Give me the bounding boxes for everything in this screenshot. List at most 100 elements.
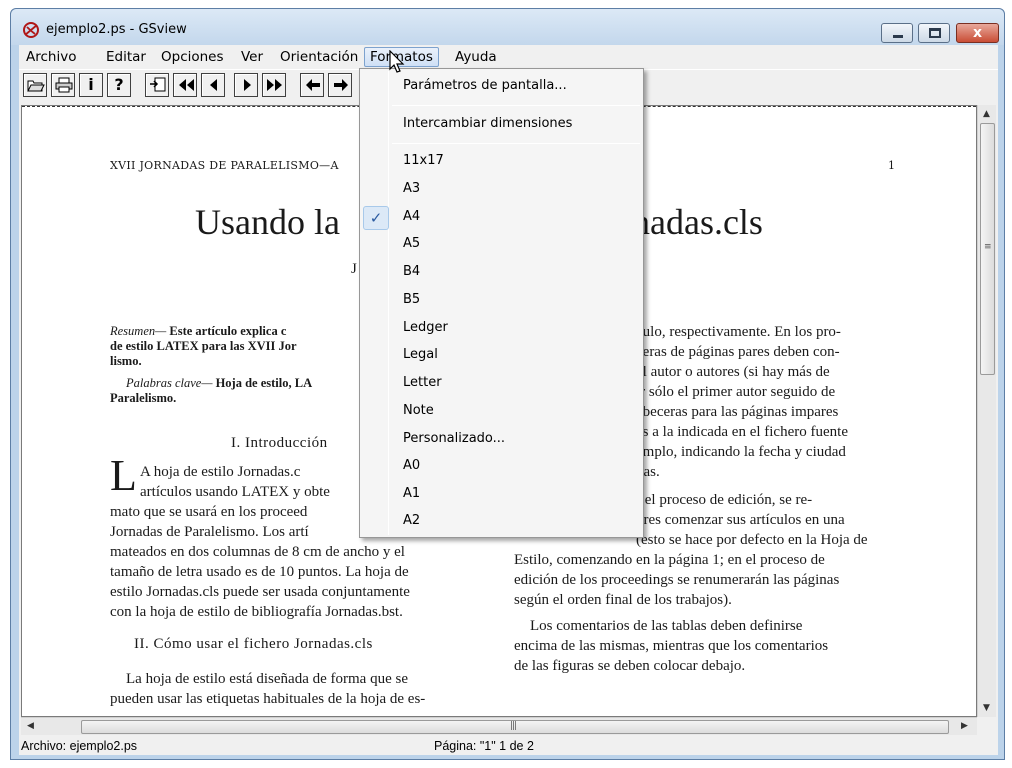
window-title: ejemplo2.ps - GSview	[46, 22, 187, 37]
horizontal-scroll-thumb[interactable]: |||	[81, 720, 949, 734]
scroll-right-icon[interactable]: ▶	[961, 721, 968, 731]
vertical-scrollbar[interactable]: ▲ ≡ ▼	[977, 105, 996, 717]
next-page-button[interactable]	[234, 73, 258, 97]
intro-line: mateados en dos columnas de 8 cm de anch…	[110, 544, 405, 560]
right-col-line: encima de las mismas, mientras que los c…	[514, 638, 829, 654]
doc-author: J	[351, 261, 357, 277]
menu-orientacion[interactable]: Orientación	[275, 47, 363, 67]
menu-archivo[interactable]: Archivo	[21, 47, 81, 67]
abstract-label: Resumen—	[110, 324, 167, 338]
intro-line: estilo Jornadas.cls puede ser usada conj…	[110, 584, 410, 600]
prev-page-button[interactable]	[201, 73, 225, 97]
close-button[interactable]: x	[956, 23, 999, 43]
right-col-line: ores comenzar sus artículos en una	[636, 512, 845, 528]
menu-item-b4[interactable]: B4	[403, 262, 420, 282]
menu-item-a4[interactable]: A4	[403, 207, 420, 227]
open-icon	[27, 80, 45, 92]
info-icon: i	[88, 75, 94, 94]
back-button[interactable]	[300, 73, 324, 97]
status-file: Archivo: ejemplo2.ps	[21, 739, 138, 753]
status-bar: Archivo: ejemplo2.ps Página: "1" 1 de 2	[19, 737, 998, 755]
menu-item-a3[interactable]: A3	[403, 179, 420, 199]
menu-item-intercambiar[interactable]: Intercambiar dimensiones	[403, 114, 572, 134]
grip-icon: ≡	[984, 242, 991, 252]
abstract-text: Este artículo explica c	[166, 324, 287, 338]
help-button[interactable]: ?	[107, 73, 131, 97]
page-number: 1	[888, 159, 895, 172]
right-col-line: ceras de páginas pares deben con-	[636, 344, 840, 360]
right-col-line: Los comentarios de las tablas deben defi…	[530, 618, 803, 634]
sec2-line: La hoja de estilo está diseñada de forma…	[126, 671, 408, 687]
menu-item-ledger[interactable]: Ledger	[403, 318, 448, 338]
right-col-line: emplo, indicando la fecha y ciudad	[636, 444, 846, 460]
running-head: XVII JORNADAS DE PARALELISMO—A	[110, 159, 339, 172]
menu-item-parametros[interactable]: Parámetros de pantalla...	[403, 76, 567, 96]
open-button[interactable]	[23, 73, 47, 97]
maximize-icon	[929, 28, 941, 38]
scroll-up-icon[interactable]: ▲	[983, 109, 990, 119]
abstract-line-2: de estilo LATEX para las XVII Jor	[110, 339, 297, 353]
menu-item-a1[interactable]: A1	[403, 484, 420, 504]
intro-line: Jornadas de Paralelismo. Los artí	[110, 524, 309, 540]
title-bar[interactable]: ejemplo2.ps - GSview x	[11, 9, 1004, 45]
intro-line: A hoja de estilo Jornadas.c	[140, 464, 301, 480]
horizontal-scrollbar[interactable]: ◀ ||| ▶	[21, 717, 977, 735]
first-page-icon	[179, 79, 194, 91]
mouse-cursor-icon	[389, 50, 405, 73]
menu-bar: Archivo Editar Opciones Ver Orientación …	[19, 45, 998, 68]
menu-ver[interactable]: Ver	[236, 47, 268, 67]
formatos-menu: Parámetros de pantalla... Intercambiar d…	[359, 68, 644, 538]
menu-separator	[392, 105, 640, 106]
help-icon: ?	[114, 75, 124, 94]
checkmark-icon: ✓	[363, 206, 389, 230]
print-icon	[55, 77, 73, 93]
keywords-label: Palabras clave—	[126, 376, 213, 390]
grip-icon: |||	[510, 721, 517, 731]
right-col-line: el autor o autores (si hay más de	[636, 364, 830, 380]
menu-editar[interactable]: Editar	[101, 47, 151, 67]
menu-item-a2[interactable]: A2	[403, 511, 420, 531]
print-button[interactable]	[51, 73, 75, 97]
forward-icon	[334, 79, 348, 91]
menu-opciones[interactable]: Opciones	[156, 47, 229, 67]
minimize-button[interactable]	[881, 23, 913, 43]
info-button[interactable]: i	[79, 73, 103, 97]
right-col-line: ir sólo el primer autor seguido de	[636, 384, 836, 400]
next-page-icon	[244, 79, 251, 91]
menu-item-a0[interactable]: A0	[403, 456, 420, 476]
menu-gutter	[388, 71, 389, 535]
doc-title-left: Usando la	[195, 202, 340, 242]
close-icon: x	[972, 25, 983, 41]
right-col-line: abeceras para las páginas impares	[636, 404, 839, 420]
abstract-line-3: lismo.	[110, 354, 142, 368]
scroll-left-icon[interactable]: ◀	[27, 721, 34, 731]
maximize-button[interactable]	[918, 23, 950, 43]
goto-page-button[interactable]	[145, 73, 169, 97]
menu-item-personalizado[interactable]: Personalizado...	[403, 429, 505, 449]
section-heading-1: I. Introducción	[231, 435, 328, 451]
first-page-button[interactable]	[173, 73, 197, 97]
keywords-line-1: Palabras clave— Hoja de estilo, LA	[126, 376, 312, 391]
right-col-line: edición de los proceedings se renumerará…	[514, 572, 840, 588]
vertical-scroll-thumb[interactable]: ≡	[980, 123, 995, 375]
menu-item-11x17[interactable]: 11x17	[403, 151, 444, 171]
menu-item-legal[interactable]: Legal	[403, 345, 438, 365]
menu-item-note[interactable]: Note	[403, 401, 434, 421]
goto-page-icon	[150, 77, 166, 92]
scroll-down-icon[interactable]: ▼	[983, 703, 990, 713]
menu-item-b5[interactable]: B5	[403, 290, 420, 310]
menu-separator	[392, 143, 640, 144]
right-col-line: r el proceso de edición, se re-	[636, 492, 813, 508]
forward-button[interactable]	[328, 73, 352, 97]
sec2-line: pueden usar las etiquetas habituales de …	[110, 691, 426, 707]
last-page-button[interactable]	[262, 73, 286, 97]
menu-ayuda[interactable]: Ayuda	[450, 47, 502, 67]
menu-item-letter[interactable]: Letter	[403, 373, 442, 393]
minimize-icon	[893, 35, 903, 38]
menu-item-a5[interactable]: A5	[403, 234, 420, 254]
intro-line: mato que se usará en los proceed	[110, 504, 308, 520]
right-col-line: as a la indicada en el fichero fuente	[636, 424, 848, 440]
gsview-app-icon[interactable]	[22, 21, 40, 39]
status-page: Página: "1" 1 de 2	[434, 739, 534, 753]
keywords-text: Hoja de estilo, LA	[212, 376, 313, 390]
